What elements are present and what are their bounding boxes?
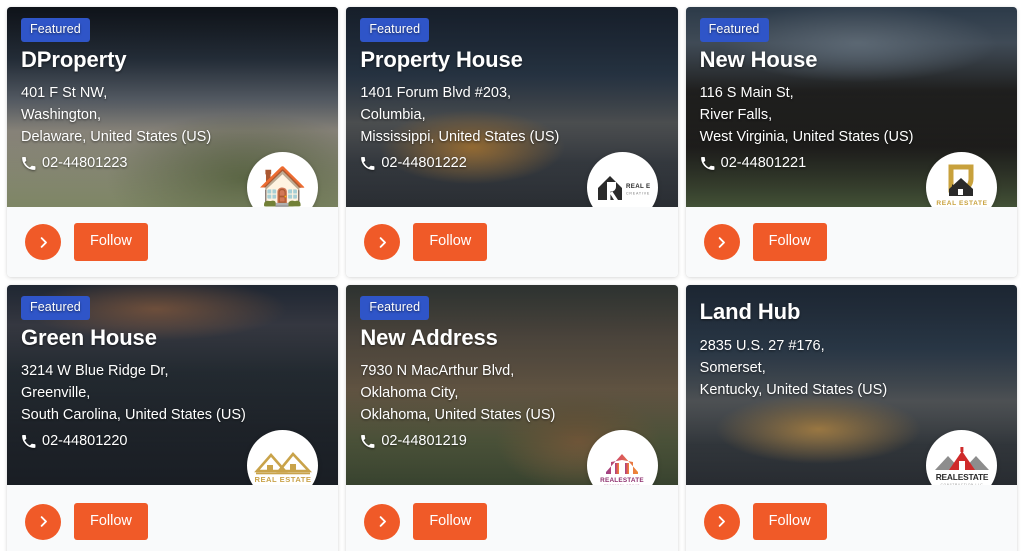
view-details-button-green-house[interactable] [25, 503, 61, 540]
view-details-button-land-hub[interactable] [703, 503, 740, 540]
follow-button-new-address[interactable]: Follow [413, 502, 488, 541]
property-title: New House [699, 46, 818, 72]
follow-button-new-house[interactable]: Follow [752, 223, 827, 261]
address-line-3: West Virginia, United States (US) [699, 129, 914, 146]
real-estate-construction-logo-icon: REALESTATECONSTRUCTION LLC [934, 446, 989, 485]
chevron-right-icon [36, 514, 51, 529]
chevron-right-icon [714, 235, 729, 250]
address-line-2: River Falls, [699, 107, 773, 124]
real-estate-slogan-logo-icon: REAL ESTATE— SLOGAN — [253, 451, 312, 485]
address-line-1: 1401 Forum Blvd #203, [360, 85, 512, 101]
house-logo-icon: 🏠 [257, 165, 308, 208]
address-line-2: Greenville, [21, 385, 91, 402]
property-address: 2835 U.S. 27 #176, Somerset, Kentucky, U… [700, 335, 1003, 401]
svg-text:REAL ESTATE: REAL ESTATE [254, 475, 311, 484]
property-title: Green House [21, 324, 157, 350]
address-line-2: Somerset, [699, 359, 766, 376]
view-details-button-new-address[interactable] [364, 503, 401, 540]
property-card-land-hub[interactable]: Land Hub 2835 U.S. 27 #176, Somerset, Ke… [685, 285, 1017, 551]
property-card-green-house[interactable]: Featured Green House 3214 W Blue Ridge D… [7, 285, 339, 551]
real-estate-tagline-logo-icon: REAL ESTATE— TAGLINE — [936, 164, 987, 207]
property-address: 7930 N MacArthur Blvd, Oklahoma City, Ok… [360, 360, 663, 426]
featured-badge: Featured [360, 18, 430, 42]
phone-icon [360, 156, 375, 171]
address-line-1: 116 S Main St, [699, 85, 794, 101]
phone-icon [360, 434, 375, 449]
property-address: 116 S Main St, River Falls, West Virgini… [700, 82, 1003, 148]
address-line-3: South Carolina, United States (US) [21, 407, 246, 424]
address-line-2: Washington, [21, 107, 102, 124]
property-address: 1401 Forum Blvd #203, Columbia, Mississi… [360, 82, 663, 148]
chevron-right-icon [36, 235, 51, 250]
address-line-2: Columbia, [360, 107, 426, 124]
svg-text:CREATIVE DESIGN: CREATIVE DESIGN [626, 191, 650, 195]
address-line-1: 401 F St NW, [21, 85, 108, 101]
address-line-3: Oklahoma, United States (US) [360, 407, 556, 424]
svg-text:CONSTRUCTION LLC: CONSTRUCTION LLC [940, 482, 983, 485]
card-footer: Follow [7, 485, 339, 551]
phone-number: 02-44801219 [381, 433, 467, 450]
phone-number: 02-44801222 [381, 155, 467, 172]
phone-number: 02-44801221 [720, 155, 807, 172]
card-media: Land Hub 2835 U.S. 27 #176, Somerset, Ke… [685, 285, 1017, 485]
card-footer: Follow [685, 485, 1017, 551]
follow-button-dproperty[interactable]: Follow [74, 223, 148, 261]
card-media: Featured New Address 7930 N MacArthur Bl… [346, 285, 678, 485]
card-media: Featured DProperty 401 F St NW, Washingt… [7, 7, 339, 208]
property-card-dproperty[interactable]: Featured DProperty 401 F St NW, Washingt… [7, 7, 339, 277]
phone-number: 02-44801220 [42, 433, 128, 450]
address-line-2: Oklahoma City, [360, 385, 459, 402]
view-details-button-property-house[interactable] [364, 224, 401, 260]
follow-button-land-hub[interactable]: Follow [752, 502, 827, 541]
card-footer: Follow [7, 207, 339, 277]
property-title: New Address [360, 324, 498, 350]
address-line-3: Mississippi, United States (US) [360, 129, 560, 146]
chevron-right-icon [375, 235, 390, 250]
card-footer: Follow [346, 485, 678, 551]
property-card-grid: Featured DProperty 401 F St NW, Washingt… [0, 0, 1024, 551]
property-title: Land Hub [699, 299, 801, 324]
address-line-3: Delaware, United States (US) [21, 129, 212, 146]
property-card-new-house[interactable]: Featured New House 116 S Main St, River … [685, 7, 1017, 277]
phone-number: 02-44801223 [42, 155, 128, 172]
phone-icon [700, 156, 715, 171]
card-footer: Follow [685, 207, 1017, 277]
featured-badge: Featured [21, 18, 90, 42]
featured-badge: Featured [699, 18, 769, 42]
chevron-right-icon [714, 514, 729, 529]
svg-text:REAL ESTATE: REAL ESTATE [626, 183, 650, 190]
follow-button-green-house[interactable]: Follow [74, 502, 148, 541]
property-card-new-address[interactable]: Featured New Address 7930 N MacArthur Bl… [346, 285, 678, 551]
card-footer: Follow [346, 207, 678, 277]
svg-text:REAL ESTATE: REAL ESTATE [936, 200, 987, 207]
address-line-1: 7930 N MacArthur Blvd, [360, 363, 515, 379]
real-estate-creative-design-logo-icon: REAL ESTATECREATIVE DESIGN [598, 175, 650, 200]
svg-text:PROPERTY GROUP: PROPERTY GROUP [604, 483, 640, 485]
card-media: Featured Green House 3214 W Blue Ridge D… [7, 285, 339, 485]
address-line-3: Kentucky, United States (US) [699, 381, 888, 398]
property-title: Property House [360, 46, 523, 72]
card-media: Featured New House 116 S Main St, River … [685, 7, 1017, 207]
svg-text:REALESTATE: REALESTATE [935, 472, 988, 482]
phone-icon [21, 434, 36, 449]
property-card-property-house[interactable]: Featured Property House 1401 Forum Blvd … [346, 7, 678, 277]
phone-icon [21, 156, 36, 171]
property-address: 401 F St NW, Washington, Delaware, Unite… [21, 82, 324, 148]
realestate-gradient-house-logo-icon: REALESTATEPROPERTY GROUP [600, 453, 644, 485]
property-title: DProperty [21, 46, 127, 72]
chevron-right-icon [375, 514, 390, 529]
address-line-1: 3214 W Blue Ridge Dr, [21, 363, 169, 379]
view-details-button-new-house[interactable] [703, 224, 740, 260]
address-line-1: 2835 U.S. 27 #176, [699, 337, 825, 354]
view-details-button-dproperty[interactable] [25, 224, 61, 260]
featured-badge: Featured [21, 296, 90, 320]
card-media: Featured Property House 1401 Forum Blvd … [346, 7, 678, 207]
property-address: 3214 W Blue Ridge Dr, Greenville, South … [21, 360, 324, 426]
featured-badge: Featured [360, 296, 430, 320]
follow-button-property-house[interactable]: Follow [413, 223, 488, 261]
